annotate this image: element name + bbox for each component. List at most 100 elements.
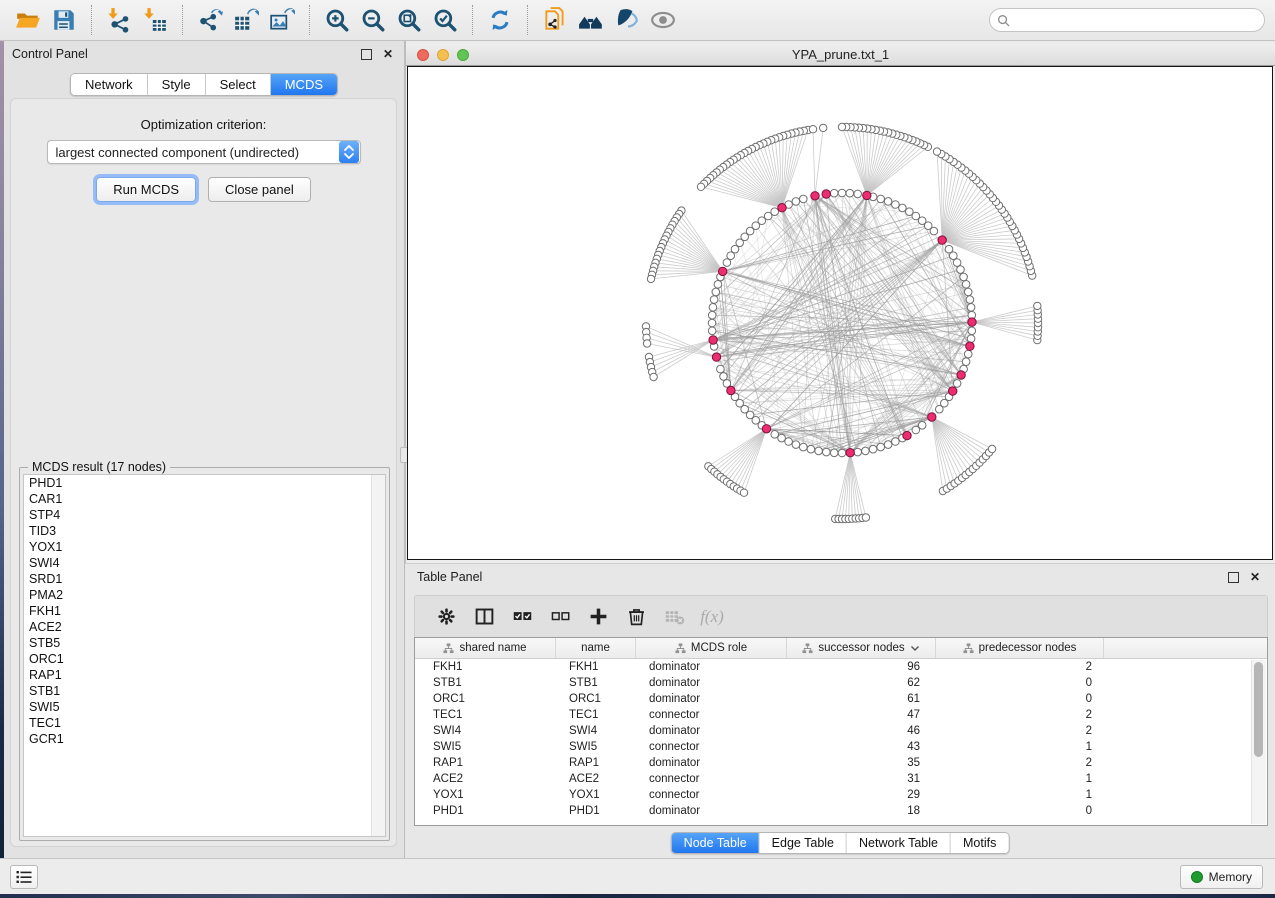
column-header-shared-name[interactable]: shared name <box>415 638 556 658</box>
mcds-result-item[interactable]: RAP1 <box>24 667 385 683</box>
main-toolbar <box>0 0 1275 41</box>
network-graph[interactable] <box>408 67 1272 559</box>
zoom-out-button[interactable] <box>355 4 391 36</box>
table-row[interactable]: SWI5SWI5connector431 <box>415 739 1267 755</box>
panel-splitter[interactable] <box>405 41 406 563</box>
table-row[interactable]: RAP1RAP1dominator352 <box>415 755 1267 771</box>
table-row[interactable]: SWI4SWI4dominator462 <box>415 723 1267 739</box>
table-row[interactable]: YOX1YOX1connector291 <box>415 787 1267 803</box>
table-row[interactable]: PHD1PHD1dominator180 <box>415 803 1267 819</box>
close-table-panel-icon[interactable]: ✕ <box>1247 569 1263 585</box>
mcds-result-item[interactable]: TEC1 <box>24 715 385 731</box>
export-network-icon <box>197 7 223 33</box>
mcds-result-item[interactable]: SWI5 <box>24 699 385 715</box>
mcds-result-item[interactable]: PHD1 <box>24 475 385 491</box>
tab-select[interactable]: Select <box>206 74 271 95</box>
mcds-result-item[interactable]: STB1 <box>24 683 385 699</box>
mcds-result-item[interactable]: STB5 <box>24 635 385 651</box>
import-table-button[interactable] <box>137 4 173 36</box>
table-row[interactable]: STB1STB1dominator620 <box>415 675 1267 691</box>
network-window-titlebar[interactable]: YPA_prune.txt_1 <box>406 44 1275 66</box>
optimization-criterion-label: Optimization criterion: <box>11 117 396 132</box>
table-row[interactable]: ORC1ORC1dominator610 <box>415 691 1267 707</box>
run-mcds-button[interactable]: Run MCDS <box>96 177 196 202</box>
criterion-dropdown[interactable]: largest connected component (undirected) <box>47 140 361 164</box>
refresh-button[interactable] <box>482 4 518 36</box>
export-table-button[interactable] <box>228 4 264 36</box>
column-header-name[interactable]: name <box>556 638 636 658</box>
table-row[interactable]: FKH1FKH1dominator962 <box>415 659 1267 675</box>
column-header-predecessor-nodes[interactable]: predecessor nodes <box>936 638 1104 658</box>
column-header-MCDS-role[interactable]: MCDS role <box>636 638 787 658</box>
memory-button[interactable]: Memory <box>1180 865 1263 889</box>
network-from-selection-button[interactable] <box>537 4 573 36</box>
mcds-result-list[interactable]: PHD1CAR1STP4TID3YOX1SWI4SRD1PMA2FKH1ACE2… <box>23 474 386 837</box>
mcds-result-item[interactable]: PMA2 <box>24 587 385 603</box>
deselect-all-button[interactable] <box>543 601 577 633</box>
tab-mcds[interactable]: MCDS <box>271 74 337 95</box>
float-table-panel-icon[interactable] <box>1225 569 1241 585</box>
control-panel: Control Panel ✕ NetworkStyleSelectMCDS O… <box>4 41 405 858</box>
zoom-in-button[interactable] <box>319 4 355 36</box>
network-view-canvas[interactable] <box>407 66 1273 560</box>
mcds-result-item[interactable]: ACE2 <box>24 619 385 635</box>
table-row[interactable]: TEC1TEC1connector472 <box>415 707 1267 723</box>
mcds-result-item[interactable]: TID3 <box>24 523 385 539</box>
export-image-button[interactable] <box>264 4 300 36</box>
create-column-button[interactable] <box>581 601 615 633</box>
tab-network[interactable]: Network <box>71 74 148 95</box>
column-header-successor-nodes[interactable]: successor nodes <box>787 638 936 658</box>
table-scrollbar-thumb[interactable] <box>1254 662 1263 757</box>
search-icon <box>997 14 1010 27</box>
delete-table-button <box>657 601 691 633</box>
mcds-result-item[interactable]: SWI4 <box>24 555 385 571</box>
tab-motifs[interactable]: Motifs <box>951 833 1008 853</box>
open-file-button[interactable] <box>10 4 46 36</box>
zoom-selected-button[interactable] <box>427 4 463 36</box>
column-type-icon <box>675 643 686 654</box>
table-cell <box>1104 739 1267 755</box>
search-box[interactable] <box>989 8 1265 32</box>
first-neighbors-button[interactable] <box>573 4 609 36</box>
float-panel-icon[interactable] <box>358 46 374 62</box>
table-scrollbar[interactable] <box>1251 660 1266 824</box>
mcds-result-item[interactable]: YOX1 <box>24 539 385 555</box>
mcds-result-item[interactable]: FKH1 <box>24 603 385 619</box>
mcds-result-item[interactable]: CAR1 <box>24 491 385 507</box>
table-settings-button[interactable] <box>429 601 463 633</box>
open-icon <box>15 7 41 33</box>
check-all-icon <box>512 606 533 627</box>
tab-style[interactable]: Style <box>148 74 206 95</box>
table-row[interactable]: ACE2ACE2connector311 <box>415 771 1267 787</box>
mcds-result-item[interactable]: ORC1 <box>24 651 385 667</box>
table-cell: 62 <box>787 675 936 691</box>
zoom-fit-button[interactable] <box>391 4 427 36</box>
table-cell: SWI4 <box>415 723 556 739</box>
tab-network-table[interactable]: Network Table <box>847 833 951 853</box>
mcds-result-item[interactable]: SRD1 <box>24 571 385 587</box>
export-network-button[interactable] <box>192 4 228 36</box>
node-table[interactable]: shared namenameMCDS rolesuccessor nodesp… <box>414 637 1268 826</box>
save-session-button[interactable] <box>46 4 82 36</box>
table-cell: dominator <box>636 691 787 707</box>
close-panel-button[interactable]: Close panel <box>208 177 311 202</box>
mcds-result-item[interactable]: STP4 <box>24 507 385 523</box>
delete-columns-button[interactable] <box>619 601 653 633</box>
tab-edge-table[interactable]: Edge Table <box>760 833 847 853</box>
control-panel-tabs: NetworkStyleSelectMCDS <box>70 73 338 96</box>
search-input[interactable] <box>1010 12 1257 28</box>
import-network-button[interactable] <box>101 4 137 36</box>
tab-node-table[interactable]: Node Table <box>672 833 760 853</box>
table-cell: 2 <box>936 723 1104 739</box>
hide-selected-button[interactable] <box>609 4 645 36</box>
function-builder-button: f(x) <box>695 601 729 633</box>
table-cell: dominator <box>636 755 787 771</box>
close-panel-icon[interactable]: ✕ <box>380 46 396 62</box>
task-history-button[interactable] <box>10 865 38 889</box>
mcds-result-item[interactable]: GCR1 <box>24 731 385 747</box>
column-visibility-button[interactable] <box>467 601 501 633</box>
show-all-button[interactable] <box>645 4 681 36</box>
select-all-button[interactable] <box>505 601 539 633</box>
table-cell: 46 <box>787 723 936 739</box>
mcds-list-scrollbar[interactable] <box>371 475 385 836</box>
